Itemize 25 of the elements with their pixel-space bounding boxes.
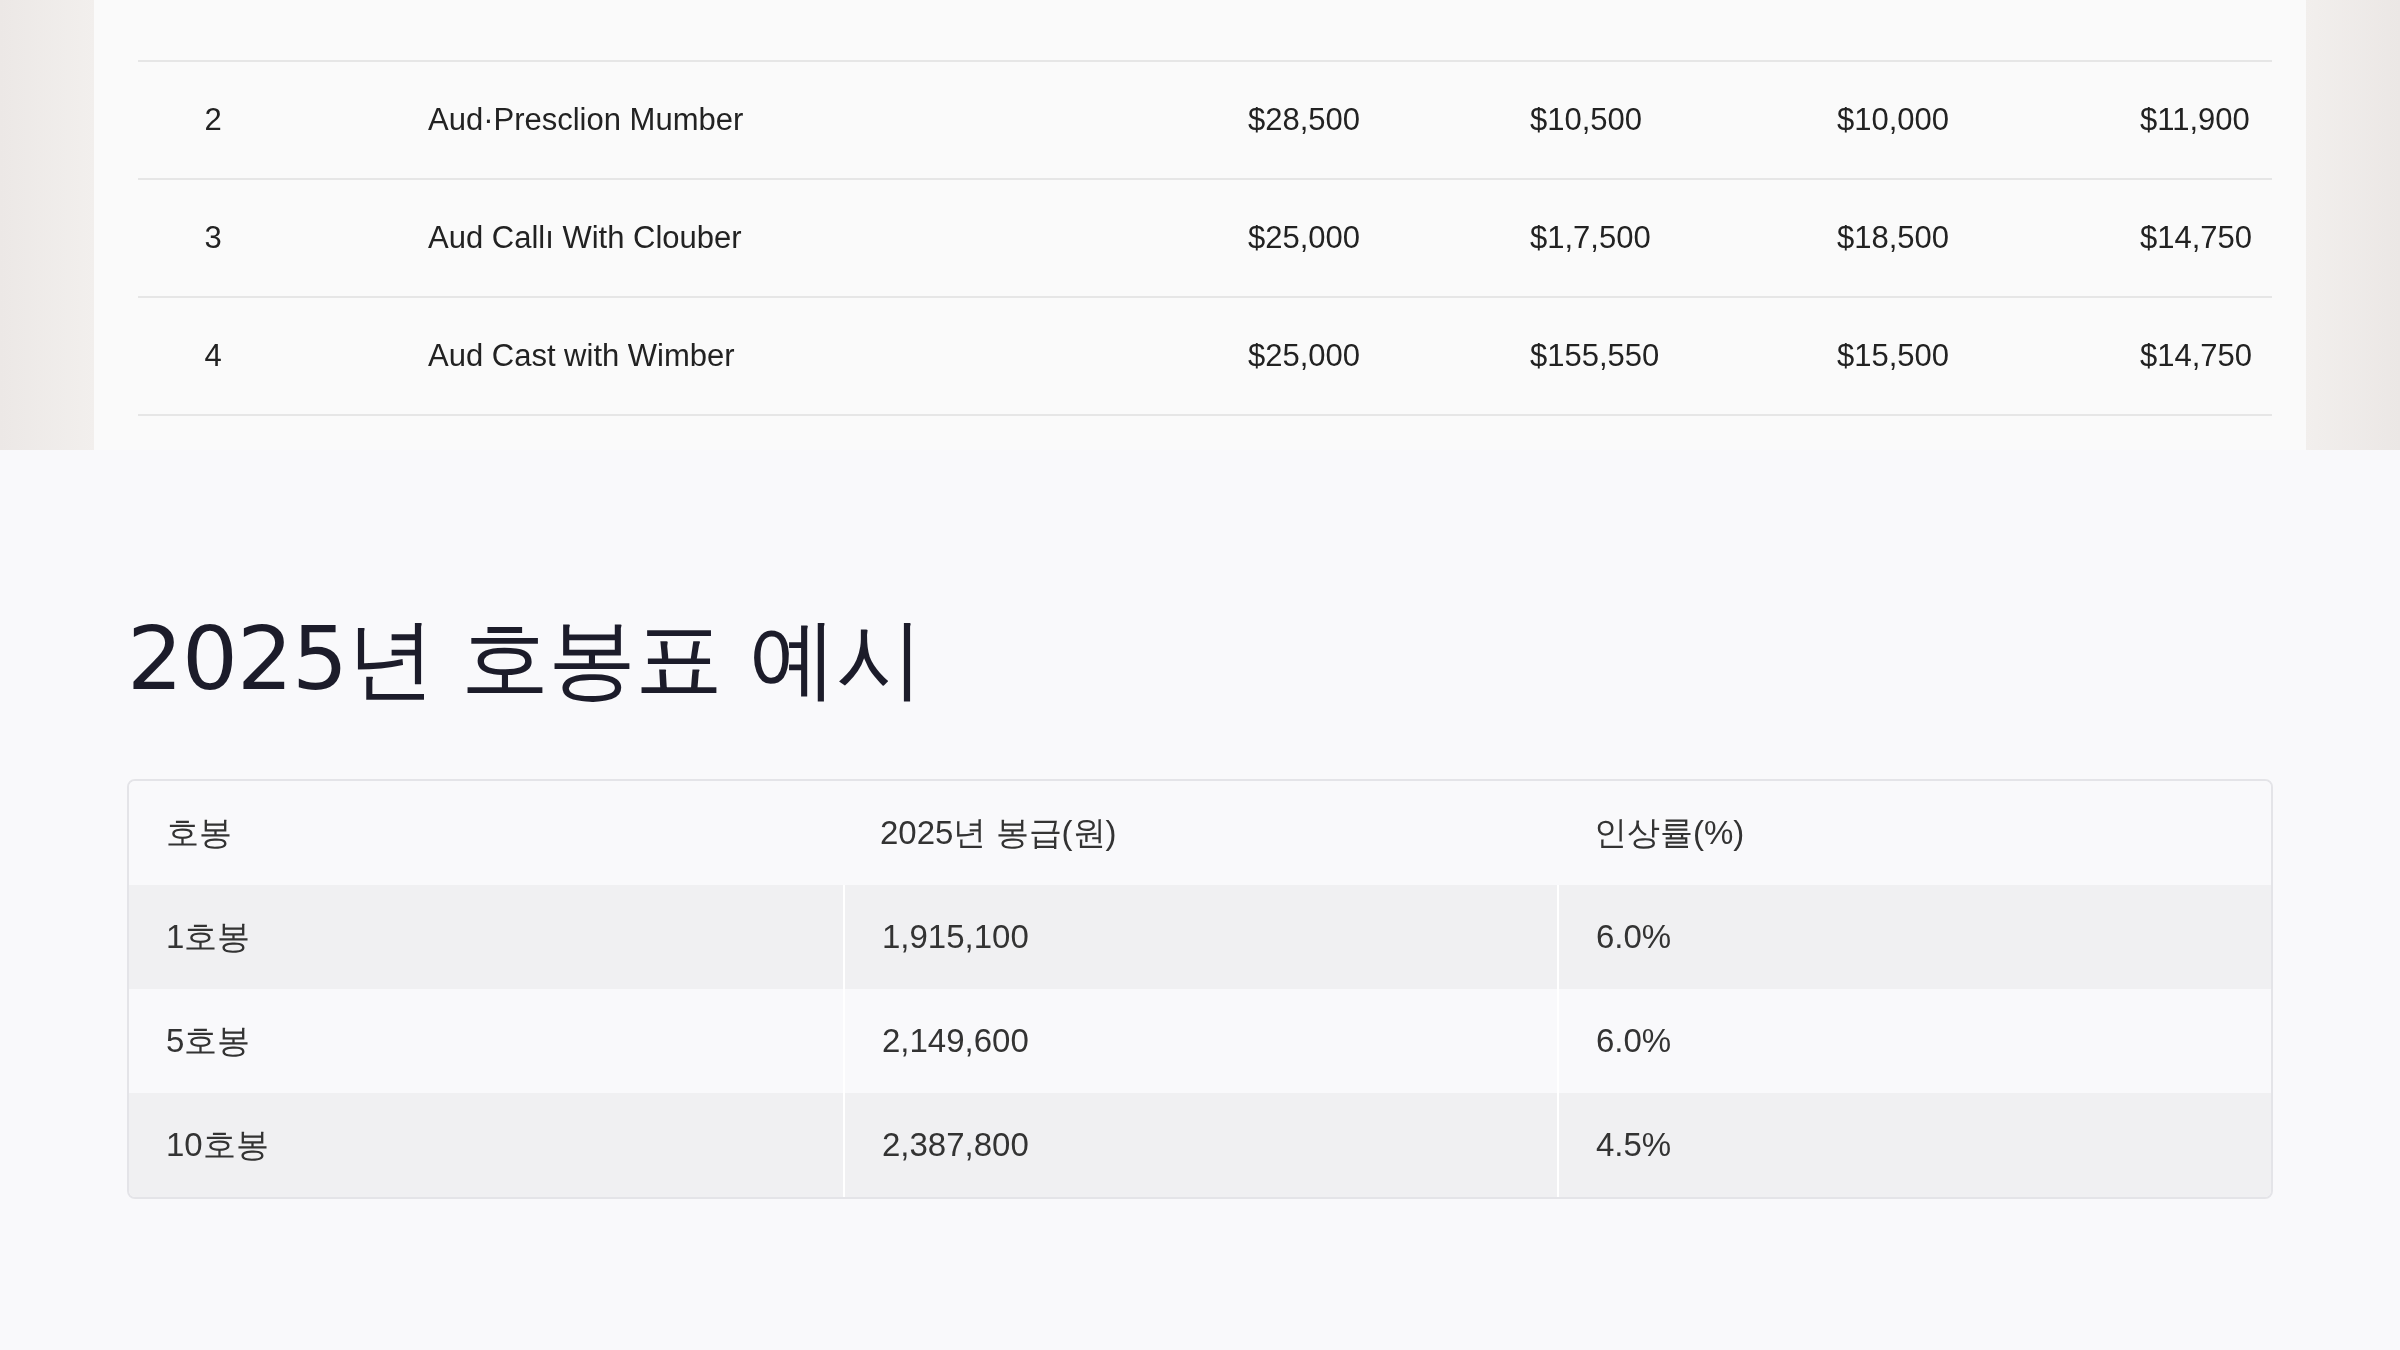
- table-cell: 10호봉: [129, 1093, 843, 1197]
- table-cell-text: $10,000: [1837, 102, 1951, 138]
- table-cell-text: $1,7,500: [1530, 220, 1652, 256]
- table-cell: 4.5%: [1557, 1093, 2271, 1197]
- table-cell: 6.0%: [1557, 885, 2271, 989]
- section-heading: 2025년 호봉표 예시: [127, 606, 924, 712]
- table-cell: 1,915,100: [843, 885, 1557, 989]
- table-cell: 2,387,800: [843, 1093, 1557, 1197]
- table-cell-text: $14,750: [2140, 220, 2254, 256]
- table-cell-text: Aud Callı With Clouber: [428, 220, 743, 256]
- table-cell-text: $11,900: [2140, 102, 2251, 138]
- table-cell-text: $10,500: [1530, 102, 1644, 138]
- table-cell-text: $25,000: [1248, 338, 1362, 374]
- table-cell: 1호봉: [129, 885, 843, 989]
- table-cell-text: $28,500: [1248, 102, 1362, 138]
- table-cell-text: $14,750: [2140, 338, 2254, 374]
- row-number: 2: [203, 102, 223, 138]
- table-cell-text: $15,500: [1837, 338, 1951, 374]
- table-cell-text: Aud·Presclion Mumber: [428, 102, 745, 138]
- table-cell-text: $155,550: [1530, 338, 1661, 374]
- table-cell-text: $25,000: [1248, 220, 1362, 256]
- row-number: 4: [203, 338, 223, 374]
- table-cell-text: $18,500: [1837, 220, 1951, 256]
- table-cell-text: Aud Cast with Wimber: [428, 338, 736, 374]
- row-number: 3: [203, 220, 223, 256]
